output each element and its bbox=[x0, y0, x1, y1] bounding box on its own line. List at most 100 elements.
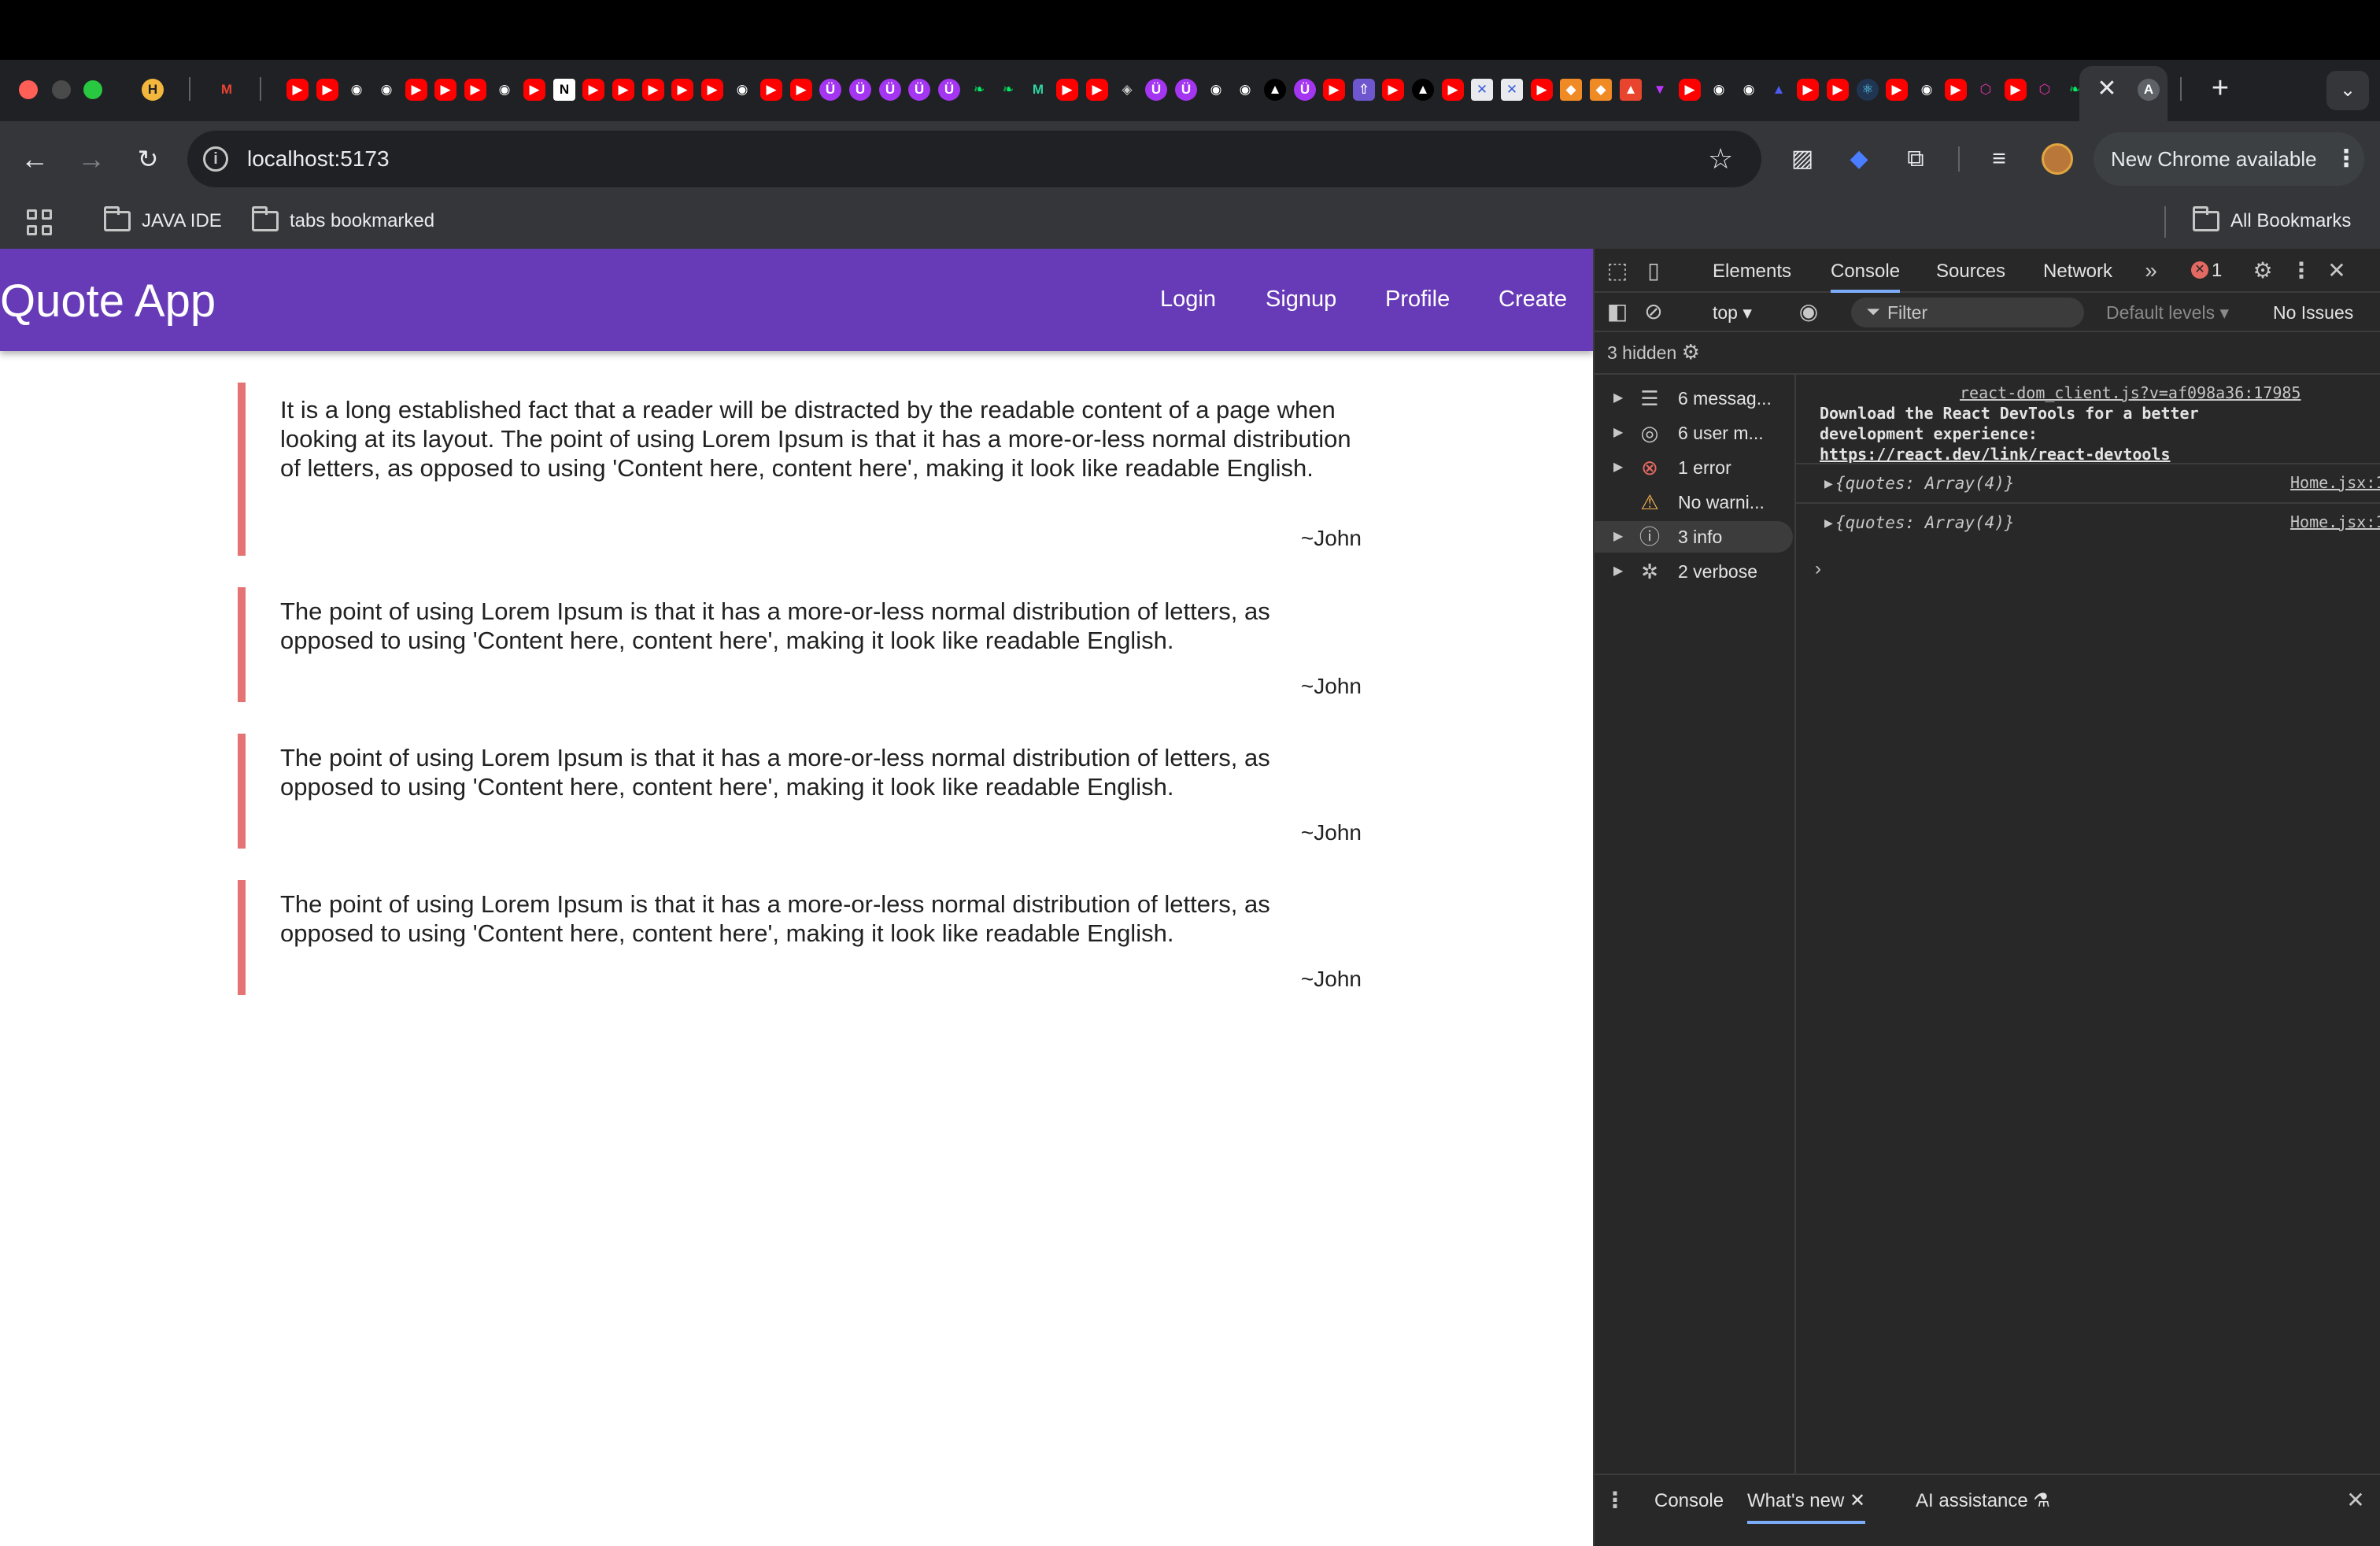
folder-icon[interactable] bbox=[2193, 206, 2219, 231]
rocket-icon[interactable]: ⇧ bbox=[1353, 79, 1375, 101]
youtube-icon[interactable]: ▶ bbox=[1679, 79, 1701, 101]
extension-bookmark-icon[interactable]: ◆ bbox=[1843, 143, 1875, 175]
github-icon[interactable]: ◉ bbox=[1738, 79, 1760, 101]
drawer-tab-whats-new[interactable]: What's new ✕ bbox=[1747, 1489, 1866, 1524]
react-icon[interactable]: ⚛ bbox=[1857, 79, 1879, 101]
source-link[interactable]: Home.jsx:11 bbox=[2290, 472, 2380, 493]
notion-icon[interactable]: N bbox=[553, 79, 575, 101]
sidebar-item-info[interactable]: ▶ ⓘ 3 info bbox=[1595, 521, 1793, 553]
tab-network[interactable]: Network bbox=[2043, 260, 2112, 283]
youtube-icon[interactable]: ▶ bbox=[2005, 79, 2027, 101]
devtools-link[interactable]: https://react.dev/link/react-devtools bbox=[1820, 444, 2171, 464]
expand-arrow-icon[interactable]: ▶ bbox=[1613, 564, 1623, 579]
github-icon[interactable]: ◉ bbox=[375, 79, 397, 101]
youtube-icon[interactable]: ▶ bbox=[405, 79, 427, 101]
youtube-icon[interactable]: ▶ bbox=[1442, 79, 1464, 101]
console-settings-gear-icon[interactable]: ⚙ bbox=[1682, 340, 1700, 364]
drawer-menu-icon[interactable]: ⋮ bbox=[1604, 1488, 1626, 1513]
youtube-icon[interactable]: ▶ bbox=[316, 79, 338, 101]
mongodb-icon[interactable]: ❧ bbox=[968, 79, 990, 101]
device-toolbar-icon[interactable]: ▯ bbox=[1640, 258, 1667, 283]
window-minimize-button[interactable] bbox=[52, 80, 71, 99]
new-tab-button[interactable]: + bbox=[2205, 73, 2235, 104]
medium-icon[interactable]: M bbox=[1027, 79, 1049, 101]
youtube-icon[interactable]: ▶ bbox=[523, 79, 545, 101]
close-tab-icon[interactable]: ✕ bbox=[1850, 1490, 1865, 1511]
vercel-icon[interactable]: ▲ bbox=[1264, 79, 1286, 101]
expand-arrow-icon[interactable]: ▶ bbox=[1824, 512, 1833, 534]
console-object-row[interactable]: ▶ {quotes: Array(4)} Home.jsx:11 bbox=[1796, 464, 2380, 504]
devtools-menu-icon[interactable]: ⋮ bbox=[2290, 258, 2312, 283]
window-zoom-button[interactable] bbox=[83, 80, 102, 99]
drawer-tab-console[interactable]: Console bbox=[1654, 1489, 1724, 1513]
sidebar-item-verbose[interactable]: ▶ ✲ 2 verbose bbox=[1595, 556, 1793, 587]
expand-arrow-icon[interactable]: ▶ bbox=[1613, 390, 1623, 406]
nav-profile-link[interactable]: Profile bbox=[1385, 283, 1450, 315]
close-drawer-icon[interactable]: ✕ bbox=[2342, 1488, 2369, 1513]
vite-icon[interactable]: ▼ bbox=[1649, 79, 1671, 101]
youtube-icon[interactable]: ▶ bbox=[286, 79, 309, 101]
youtube-icon[interactable]: ▶ bbox=[1827, 79, 1849, 101]
alien-icon[interactable]: ◈ bbox=[1116, 79, 1138, 101]
youtube-icon[interactable]: ▶ bbox=[760, 79, 782, 101]
filter-placeholder[interactable]: Filter bbox=[1887, 301, 1927, 324]
folder-icon[interactable] bbox=[252, 206, 279, 231]
youtube-icon[interactable]: ▶ bbox=[1382, 79, 1404, 101]
console-prompt-caret-icon[interactable]: › bbox=[1815, 557, 1821, 581]
nav-create-link[interactable]: Create bbox=[1499, 283, 1567, 315]
nav-signup-link[interactable]: Signup bbox=[1266, 283, 1336, 315]
sidebar-item-user-messages[interactable]: ▶ ◎ 6 user m... bbox=[1595, 417, 1793, 449]
youtube-icon[interactable]: ▶ bbox=[1323, 79, 1345, 101]
sidebar-item-warnings[interactable]: ⚠ No warni... bbox=[1595, 486, 1793, 518]
figma-icon[interactable]: ✕ bbox=[1501, 79, 1523, 101]
brand-title[interactable]: Quote App bbox=[0, 274, 216, 329]
source-link[interactable]: Home.jsx:11 bbox=[2290, 512, 2380, 532]
log-levels-label[interactable]: Default levels bbox=[2106, 302, 2215, 323]
youtube-icon[interactable]: ▶ bbox=[671, 79, 693, 101]
update-chrome-label[interactable]: New Chrome available bbox=[2111, 145, 2317, 173]
extension-screenshot-icon[interactable]: ▨ bbox=[1787, 143, 1818, 175]
sidebar-item-errors[interactable]: ▶ ⊗ 1 error bbox=[1595, 452, 1793, 483]
expand-arrow-icon[interactable]: ▶ bbox=[1613, 425, 1623, 441]
drawer-tab-label[interactable]: What's new bbox=[1747, 1490, 1844, 1511]
address-url[interactable]: localhost:5173 bbox=[247, 145, 390, 173]
source-link[interactable]: react-dom_client.js?v=af098a36:17985 bbox=[1960, 383, 2301, 403]
profile-avatar[interactable] bbox=[2042, 143, 2073, 175]
bookmark-java-ide[interactable]: JAVA IDE bbox=[142, 208, 222, 235]
udemy-icon[interactable]: Ü bbox=[1175, 79, 1197, 101]
console-object[interactable]: {quotes: Array(4)} bbox=[1835, 472, 2015, 494]
mongodb-icon[interactable]: ❧ bbox=[997, 79, 1019, 101]
tab-console[interactable]: Console bbox=[1831, 260, 1901, 293]
github-icon[interactable]: ◉ bbox=[1205, 79, 1227, 101]
media-controls-icon[interactable]: ≡ bbox=[1983, 143, 2015, 175]
close-devtools-icon[interactable]: ✕ bbox=[2323, 258, 2350, 283]
clear-console-icon[interactable]: ⊘ bbox=[1640, 299, 1667, 324]
github-icon[interactable]: ◉ bbox=[1708, 79, 1730, 101]
all-bookmarks[interactable]: All Bookmarks bbox=[2230, 208, 2351, 235]
more-tabs-icon[interactable]: » bbox=[2138, 258, 2164, 283]
error-count[interactable]: 1 bbox=[2212, 260, 2222, 282]
vercel-icon[interactable]: ▲ bbox=[1412, 79, 1434, 101]
sidebar-toggle-icon[interactable]: ◧ bbox=[1604, 299, 1631, 324]
console-object[interactable]: {quotes: Array(4)} bbox=[1835, 512, 2015, 534]
error-count-icon[interactable]: ✕ bbox=[2191, 261, 2208, 279]
profile-h-icon[interactable]: H bbox=[142, 79, 164, 101]
settings-gear-icon[interactable]: ⚙ bbox=[2249, 258, 2276, 283]
udemy-icon[interactable]: Ü bbox=[1145, 79, 1167, 101]
reload-button[interactable]: ↻ bbox=[131, 142, 165, 176]
tab-elements[interactable]: Elements bbox=[1713, 260, 1791, 283]
chrome-menu-icon[interactable]: ⋮ bbox=[2334, 145, 2358, 173]
youtube-icon[interactable]: ▶ bbox=[1886, 79, 1908, 101]
udemy-icon[interactable]: Ü bbox=[908, 79, 930, 101]
figma-icon[interactable]: ✕ bbox=[1471, 79, 1493, 101]
issues-counter[interactable]: No Issues bbox=[2273, 301, 2353, 324]
youtube-icon[interactable]: ▶ bbox=[1056, 79, 1078, 101]
github-icon[interactable]: ◉ bbox=[1234, 79, 1256, 101]
youtube-icon[interactable]: ▶ bbox=[701, 79, 723, 101]
graphql-icon[interactable]: ⬡ bbox=[2034, 79, 2056, 101]
tab-search-button[interactable]: ⌄ bbox=[2326, 71, 2369, 110]
udemy-icon[interactable]: Ü bbox=[819, 79, 841, 101]
youtube-icon[interactable]: ▶ bbox=[790, 79, 812, 101]
window-close-button[interactable] bbox=[19, 80, 38, 99]
github-icon[interactable]: ◉ bbox=[1916, 79, 1938, 101]
